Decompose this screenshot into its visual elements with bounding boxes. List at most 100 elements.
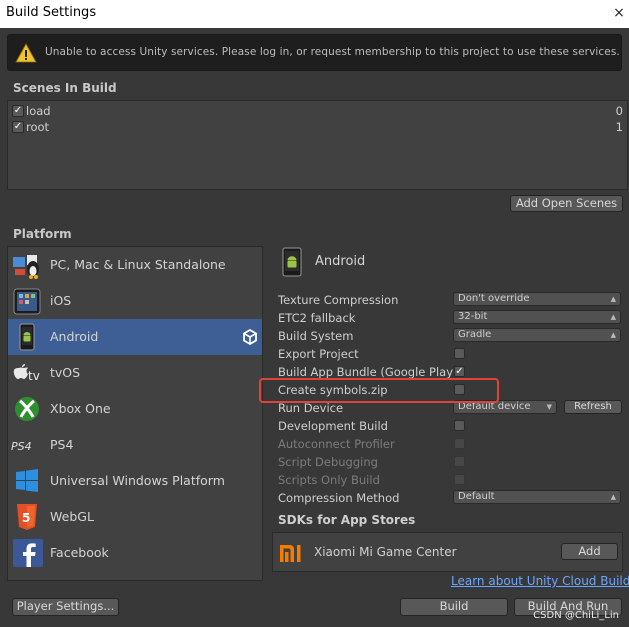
platform-item-tvos[interactable]: tv tvOS — [8, 355, 262, 391]
scene-checkbox[interactable]: ✓ — [12, 121, 24, 133]
script-debugging-label: Script Debugging — [278, 455, 378, 469]
scenes-list: ✓ load 0 ✓ root 1 — [7, 100, 628, 190]
platform-item-uwp[interactable]: Universal Windows Platform — [8, 463, 262, 499]
annotation-highlight-box — [259, 378, 499, 403]
platform-item-webgl[interactable]: 5 WebGL — [8, 499, 262, 535]
pc-mac-linux-icon — [13, 255, 39, 279]
platform-item-ps4[interactable]: PS4 PS4 — [8, 427, 262, 463]
texture-compression-row: Texture Compression Don't override ▲ — [278, 291, 623, 309]
sdk-name: Xiaomi Mi Game Center — [314, 545, 457, 559]
build-settings-window: Unable to access Unity services. Please … — [0, 28, 629, 627]
svg-text:5: 5 — [22, 511, 30, 525]
html5-icon: 5 — [17, 504, 37, 530]
platform-label: Android — [50, 329, 99, 344]
platform-list: PC, Mac & Linux Standalone iOS Android t… — [7, 246, 263, 581]
platform-label: iOS — [50, 293, 72, 308]
scenes-in-build-title: Scenes In Build — [13, 81, 117, 95]
platform-label: Facebook — [50, 545, 109, 560]
close-icon[interactable]: × — [613, 6, 625, 20]
platform-item-xbox[interactable]: Xbox One — [8, 391, 262, 427]
scripts-only-build-label: Scripts Only Build — [278, 473, 380, 487]
platform-label: tvOS — [50, 365, 81, 380]
export-project-label: Export Project — [278, 347, 359, 361]
compression-method-dropdown[interactable]: Default ▲ — [453, 490, 621, 504]
texture-compression-label: Texture Compression — [278, 293, 399, 307]
add-open-scenes-button[interactable]: Add Open Scenes — [510, 195, 623, 212]
platform-label: Universal Windows Platform — [50, 473, 225, 488]
dropdown-value: 32-bit — [458, 311, 488, 322]
sdks-title: SDKs for App Stores — [278, 513, 416, 527]
title-bar: Build Settings × — [0, 0, 629, 28]
platform-item-standalone[interactable]: PC, Mac & Linux Standalone — [8, 247, 262, 283]
etc2-fallback-row: ETC2 fallback 32-bit ▲ — [278, 309, 623, 327]
android-icon — [19, 323, 35, 351]
platform-item-android[interactable]: Android — [8, 319, 262, 355]
watermark: CSDN @ChiLi_Lin — [533, 610, 619, 621]
platform-label: PC, Mac & Linux Standalone — [50, 257, 226, 272]
add-sdk-button[interactable]: Add — [561, 543, 618, 560]
build-button[interactable]: Build — [400, 598, 508, 616]
ios-device-icon — [13, 288, 41, 315]
sdk-list: Xiaomi Mi Game Center Add — [272, 532, 623, 572]
etc2-fallback-label: ETC2 fallback — [278, 311, 356, 325]
scene-name: root — [26, 120, 50, 134]
run-device-label: Run Device — [278, 401, 344, 415]
dropdown-value: Don't override — [458, 293, 530, 304]
dropdown-arrow-icon: ▼ — [546, 403, 552, 411]
dropdown-arrow-icon: ▲ — [610, 331, 616, 339]
selected-platform-title: Android — [315, 254, 366, 269]
scene-checkbox[interactable]: ✓ — [12, 105, 24, 117]
build-app-bundle-checkbox[interactable]: ✓ — [454, 366, 465, 377]
build-system-dropdown[interactable]: Gradle ▲ — [453, 328, 621, 342]
apple-tv-icon: tv — [13, 364, 40, 383]
export-project-row: Export Project — [278, 345, 623, 363]
etc2-fallback-dropdown[interactable]: 32-bit ▲ — [453, 310, 621, 324]
services-warning: Unable to access Unity services. Please … — [7, 34, 622, 71]
ps4-icon: PS4 — [11, 440, 32, 453]
compression-method-label: Compression Method — [278, 491, 400, 505]
platform-label: Xbox One — [50, 401, 111, 416]
platform-label: PS4 — [50, 437, 74, 452]
unity-logo-icon — [243, 329, 257, 345]
scene-row[interactable]: ✓ load 0 — [10, 103, 625, 119]
android-header-icon — [282, 247, 302, 277]
export-project-checkbox[interactable] — [454, 348, 465, 359]
dropdown-value: Gradle — [458, 329, 492, 340]
xiaomi-icon — [280, 545, 301, 562]
texture-compression-dropdown[interactable]: Don't override ▲ — [453, 292, 621, 306]
autoconnect-profiler-checkbox — [454, 438, 465, 449]
svg-text:tv: tv — [28, 369, 40, 383]
platform-label: WebGL — [50, 509, 94, 524]
platform-title: Platform — [13, 227, 72, 241]
svg-text:PS4: PS4 — [11, 440, 32, 453]
development-build-row: Development Build — [278, 417, 623, 435]
build-system-row: Build System Gradle ▲ — [278, 327, 623, 345]
platform-item-ios[interactable]: iOS — [8, 283, 262, 319]
scene-index: 1 — [615, 120, 623, 134]
autoconnect-profiler-label: Autoconnect Profiler — [278, 437, 395, 451]
scene-row[interactable]: ✓ root 1 — [10, 119, 625, 135]
script-debugging-row: Script Debugging — [278, 453, 623, 471]
development-build-label: Development Build — [278, 419, 388, 433]
warning-text: Unable to access Unity services. Please … — [45, 46, 620, 58]
dropdown-arrow-icon: ▲ — [610, 295, 616, 303]
compression-method-row: Compression Method Default ▲ — [278, 489, 623, 507]
scene-name: load — [26, 104, 51, 118]
scripts-only-build-row: Scripts Only Build — [278, 471, 623, 489]
scene-index: 0 — [615, 104, 623, 118]
window-title: Build Settings — [6, 5, 97, 20]
script-debugging-checkbox — [454, 456, 465, 467]
build-app-bundle-label: Build App Bundle (Google Play — [278, 365, 454, 379]
development-build-checkbox[interactable] — [454, 420, 465, 431]
cloud-build-link[interactable]: Learn about Unity Cloud Build — [451, 574, 629, 588]
player-settings-button[interactable]: Player Settings... — [12, 598, 119, 616]
build-system-label: Build System — [278, 329, 354, 343]
platform-item-facebook[interactable]: Facebook — [8, 535, 262, 571]
refresh-button[interactable]: Refresh — [564, 400, 622, 414]
windows-icon — [16, 469, 38, 492]
scripts-only-build-checkbox — [454, 474, 465, 485]
dropdown-arrow-icon: ▲ — [610, 313, 616, 321]
warning-icon — [15, 43, 37, 63]
dropdown-value: Default — [458, 491, 495, 502]
facebook-icon — [13, 539, 43, 567]
